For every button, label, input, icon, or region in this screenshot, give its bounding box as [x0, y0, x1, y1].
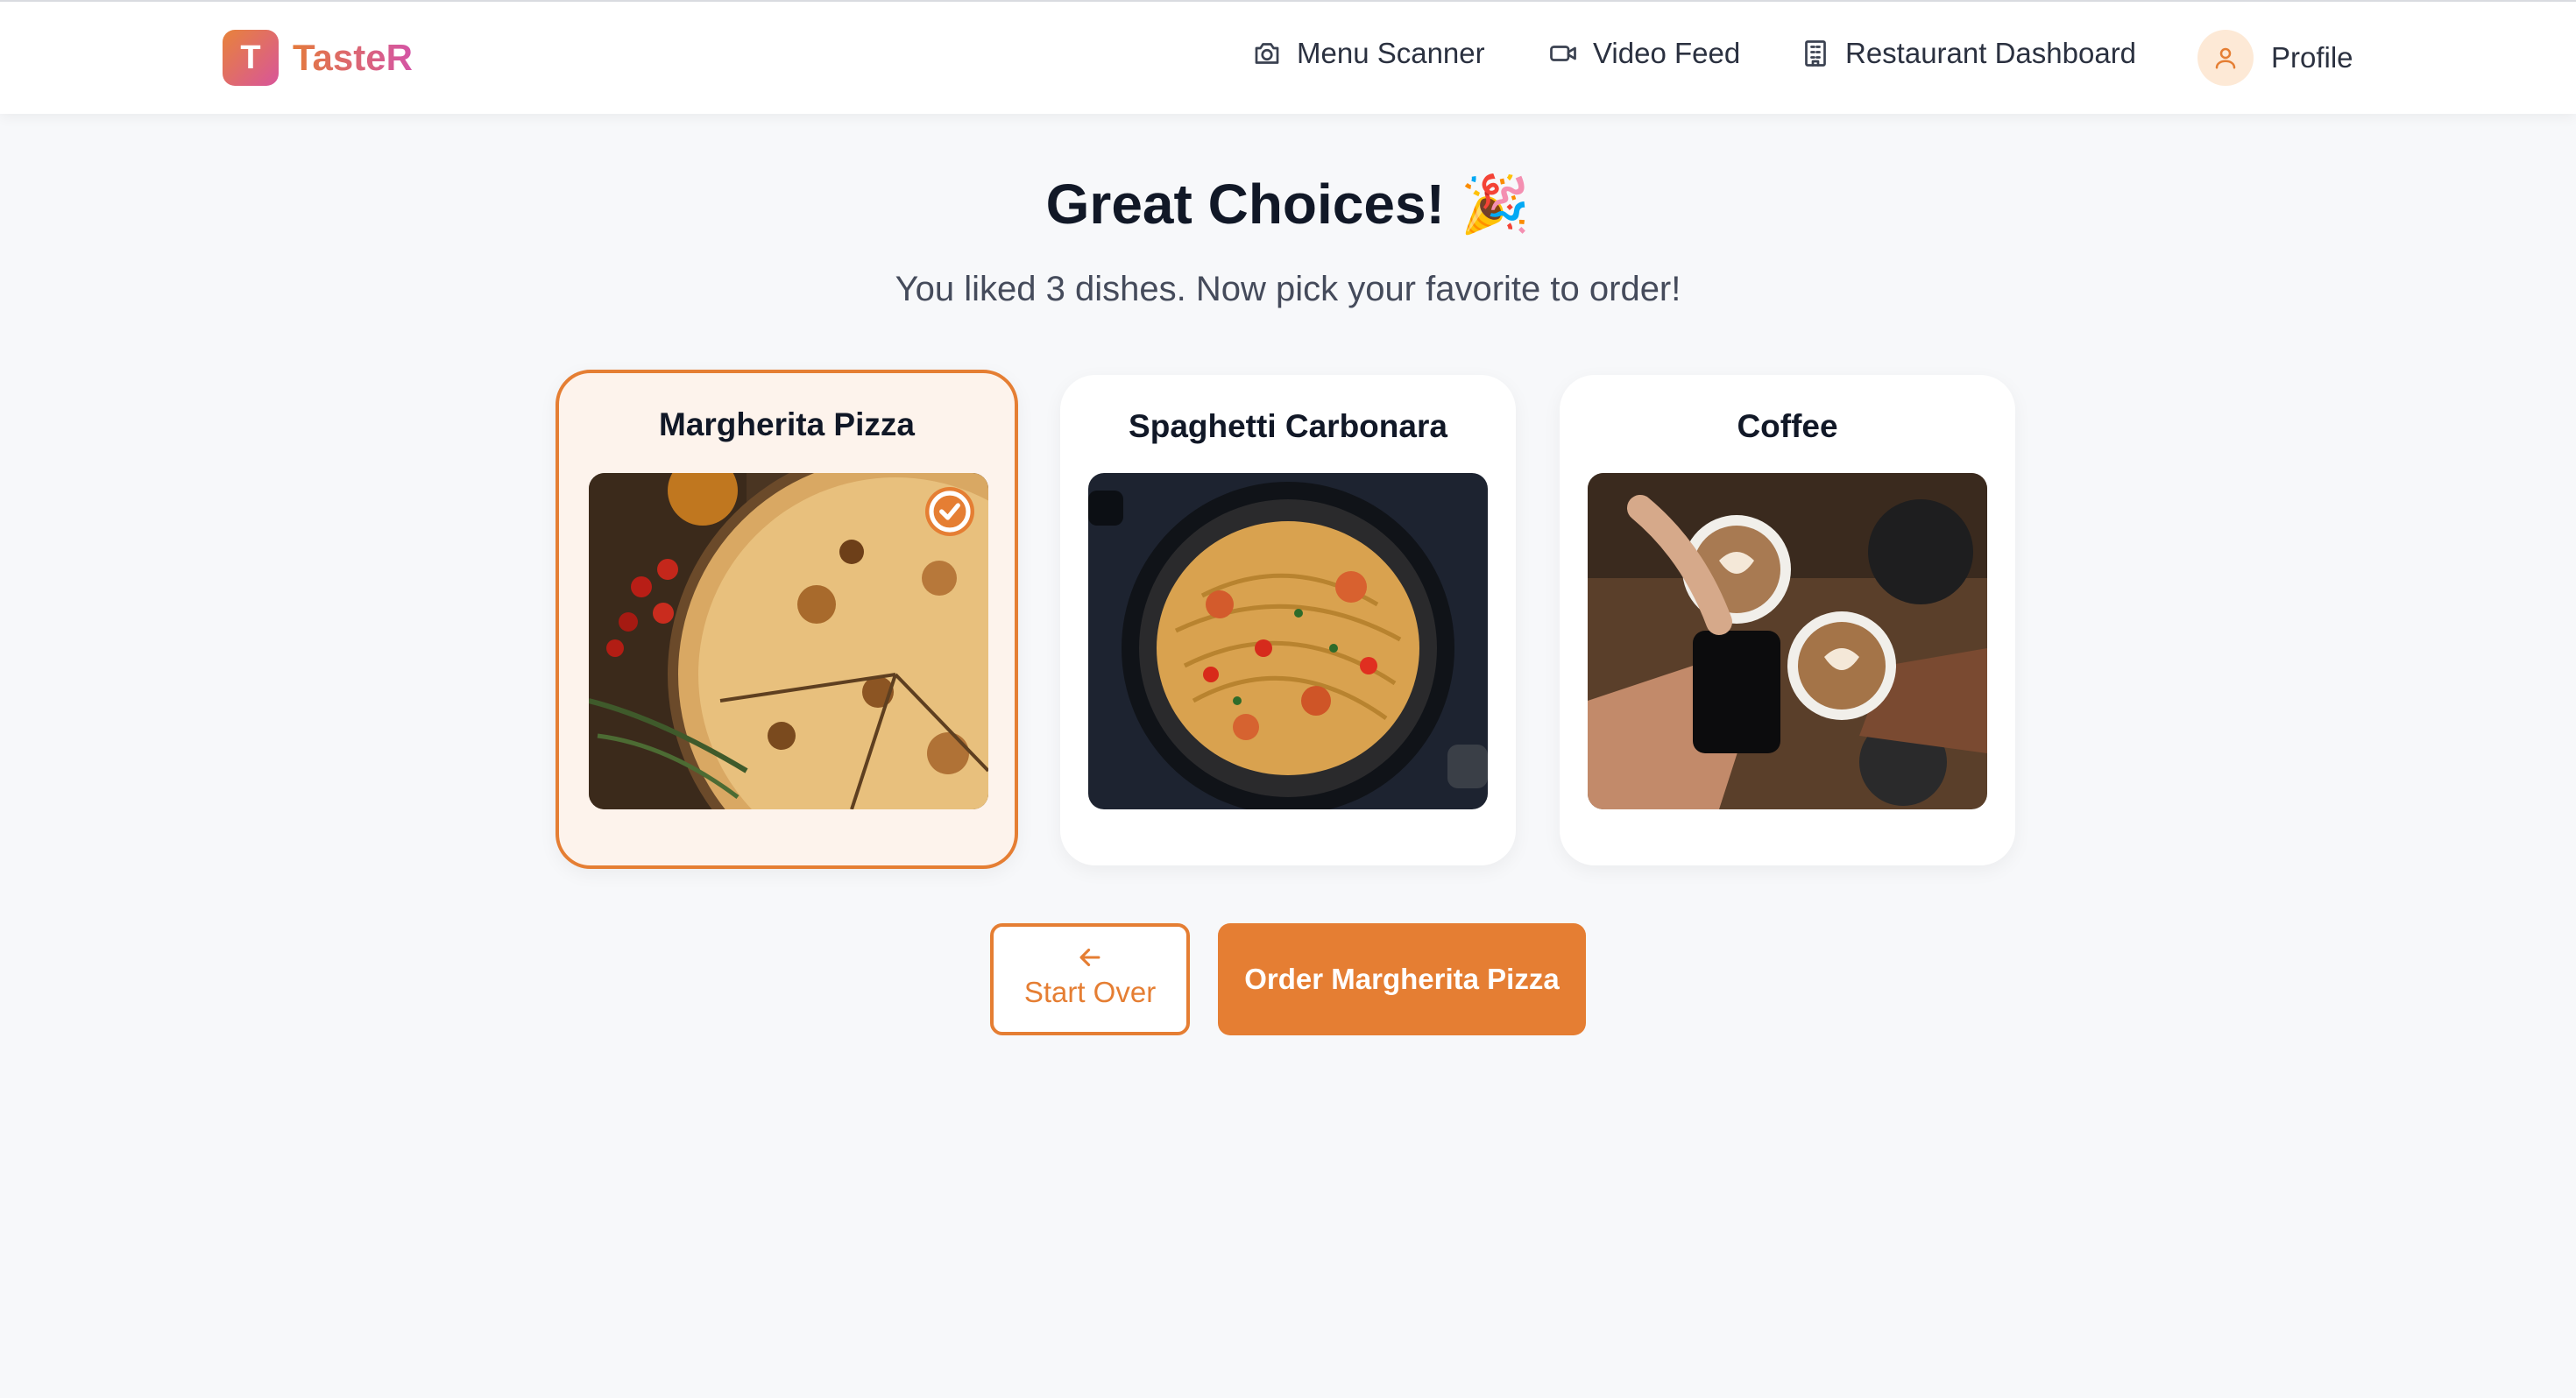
dish-name: Spaghetti Carbonara — [1129, 408, 1447, 444]
start-over-button[interactable]: Start Over — [990, 923, 1190, 1035]
video-icon — [1550, 46, 1576, 61]
building-icon — [1805, 40, 1826, 67]
user-icon — [2215, 47, 2236, 69]
coffee-photo — [1588, 473, 1987, 809]
avatar — [2197, 30, 2254, 86]
nav-label: Menu Scanner — [1297, 37, 1485, 69]
nav-label: Restaurant Dashboard — [1845, 37, 2137, 69]
dish-card-spaghetti-carbonara[interactable]: Spaghetti Carbonara — [1060, 375, 1516, 865]
page-title: Great Choices! 🎉 — [1045, 173, 1531, 236]
logo-badge: T — [223, 30, 279, 86]
app-logo[interactable]: T TasteR — [223, 30, 413, 86]
selected-check-icon — [925, 487, 974, 536]
page-subtitle: You liked 3 dishes. Now pick your favori… — [895, 270, 1681, 308]
dish-card-coffee[interactable]: Coffee — [1560, 375, 2015, 865]
camera-icon — [1255, 43, 1279, 64]
app-name: TasteR — [293, 37, 413, 78]
nav-menu-scanner[interactable]: Menu Scanner — [1251, 37, 1485, 70]
nav-video-feed[interactable]: Video Feed — [1547, 37, 1740, 70]
spaghetti-photo — [1088, 473, 1488, 809]
nav-label: Profile — [2271, 41, 2353, 74]
nav-label: Video Feed — [1593, 37, 1741, 69]
start-over-label: Start Over — [1023, 976, 1157, 1008]
dish-card-margherita-pizza[interactable]: Margherita Pizza — [556, 370, 1018, 869]
dish-name: Margherita Pizza — [659, 406, 915, 442]
arrow-left-icon — [1079, 948, 1100, 967]
top-navbar: T TasteR Menu Scanner Video Feed Restaur… — [0, 0, 2576, 114]
dish-name: Coffee — [1737, 408, 1838, 444]
pizza-photo — [589, 473, 988, 809]
order-button[interactable]: Order Margherita Pizza — [1218, 923, 1586, 1035]
nav-profile[interactable]: Profile — [2197, 30, 2353, 86]
nav-restaurant-dashboard[interactable]: Restaurant Dashboard — [1800, 37, 2136, 70]
